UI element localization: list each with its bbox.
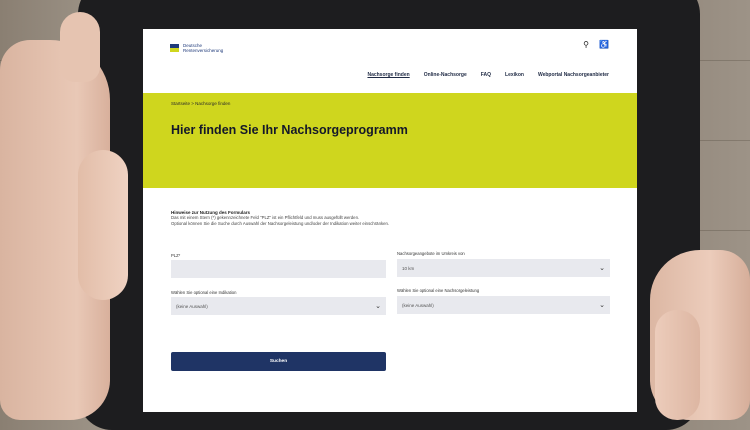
nav-item-nachsorge-finden[interactable]: Nachsorge finden (367, 72, 409, 78)
hero-banner: Startseite > Nachsorge finden Hier finde… (143, 93, 637, 188)
accessibility-icon[interactable]: ♿ (599, 40, 609, 49)
breadcrumb[interactable]: Startseite > Nachsorge finden (171, 101, 230, 106)
page-title: Hier finden Sie Ihr Nachsorgeprogramm (171, 123, 408, 137)
logo-flag-icon (170, 44, 179, 52)
radius-select[interactable]: 10 km ⌄ (397, 259, 610, 277)
form-hint: Hinweise zur Nutzung des Formulars Das m… (171, 210, 611, 227)
indication-value: (keine Auswahl) (176, 303, 208, 309)
plz-input[interactable] (171, 260, 386, 278)
nav-item-faq[interactable]: FAQ (481, 72, 491, 78)
header-icons: ⚲ ♿ (583, 40, 609, 49)
chevron-down-icon: ⌄ (599, 302, 605, 309)
nav-item-online-nachsorge[interactable]: Online-Nachsorge (424, 72, 467, 78)
service-label: Wählen Sie optional eine Nachsorgeleistu… (397, 288, 480, 293)
site-logo[interactable]: Deutsche Rentenversicherung (170, 43, 223, 53)
nav-item-webportal[interactable]: Webportal Nachsorgeanbieter (538, 72, 609, 78)
radius-value: 10 km (402, 265, 415, 271)
search-button[interactable]: Suchen (171, 352, 386, 371)
service-select[interactable]: (keine Auswahl) ⌄ (397, 296, 610, 314)
main-nav: Nachsorge finden Online-Nachsorge FAQ Le… (367, 72, 609, 78)
indication-label: Wählen Sie optional eine Indikation (171, 290, 237, 295)
radius-label: Nachsorgeangebote im Umkreis von (397, 251, 465, 256)
tablet-screen: Deutsche Rentenversicherung ⚲ ♿ Nachsorg… (143, 29, 637, 412)
language-icon[interactable]: ⚲ (583, 40, 589, 49)
left-thumb (78, 150, 128, 300)
right-thumb (655, 310, 700, 420)
plz-label: PLZ* (171, 253, 181, 258)
left-finger (60, 12, 100, 82)
indication-select[interactable]: (keine Auswahl) ⌄ (171, 297, 386, 315)
logo-line2: Rentenversicherung (183, 48, 224, 53)
nav-item-lexikon[interactable]: Lexikon (505, 72, 524, 78)
chevron-down-icon: ⌄ (375, 303, 381, 310)
chevron-down-icon: ⌄ (599, 265, 605, 272)
service-value: (keine Auswahl) (402, 302, 434, 308)
hint-line-2: Optional können Sie die Suche durch Ausw… (171, 221, 390, 226)
